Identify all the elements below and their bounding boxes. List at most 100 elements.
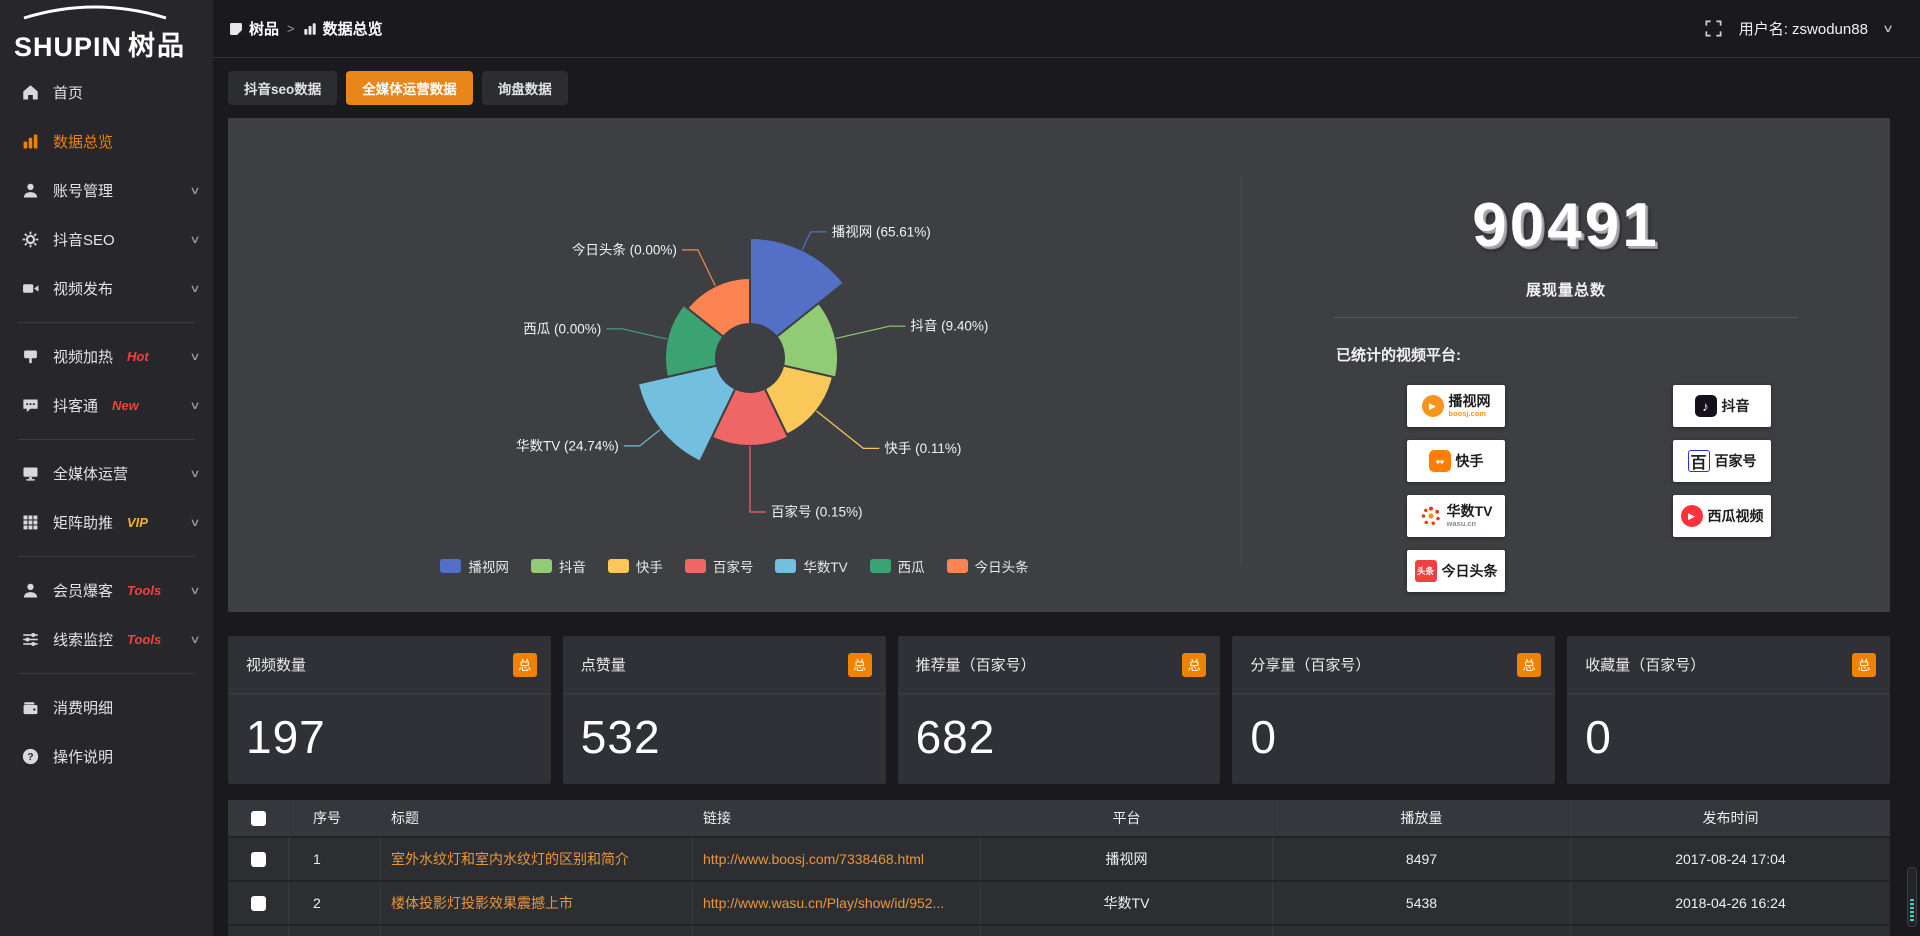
sidebar-item-label: 视频发布 [53, 278, 113, 299]
platform-name-wrap: 播视网boosj.com [1449, 394, 1491, 418]
platform-badge-xigua: ▶西瓜视频 [1673, 495, 1771, 537]
monitor-icon [22, 465, 39, 482]
cell-title-link[interactable]: 楼体投影灯投影效果震撼上市 [380, 882, 692, 924]
main-area: 树品>数据总览 用户名: zswodun88 ∨ 抖音seo数据全媒体运营数据询… [213, 0, 1920, 936]
row-checkbox[interactable] [251, 896, 266, 911]
legend-swatch [947, 559, 968, 573]
platform-name-wrap: 今日头条 [1442, 564, 1498, 579]
sidebar-item-badge: Tools [127, 583, 161, 598]
stat-card-header: 视频数量总 [228, 636, 551, 694]
total-impressions-label: 展现量总数 [1242, 279, 1890, 300]
legend-item[interactable]: 今日头条 [947, 556, 1029, 576]
video-table: 序号标题链接平台播放量发布时间1室外水纹灯和室内水纹灯的区别和简介http://… [228, 800, 1890, 936]
breadcrumb-label: 数据总览 [323, 18, 383, 39]
row-checkbox[interactable] [251, 852, 266, 867]
sidebar-item-label: 会员爆客 [53, 580, 113, 601]
platform-name: 华数TV [1447, 504, 1493, 519]
table-row-partial [228, 924, 1890, 936]
sidebar-item-video-heat[interactable]: 视频加热Hot∨ [0, 332, 213, 381]
chevron-down-icon: ∨ [189, 516, 200, 529]
breadcrumb-item-shupin[interactable]: 树品 [229, 18, 279, 39]
cell-url-link[interactable]: http://www.boosj.com/7338468.html [692, 838, 980, 880]
legend-item[interactable]: 快手 [608, 556, 663, 576]
legend-swatch [870, 559, 891, 573]
scrollbar[interactable] [1907, 867, 1917, 927]
chevron-down-icon: ∨ [189, 350, 200, 363]
sidebar-item-label: 抖客通 [53, 395, 98, 416]
sidebar-item-douyin-seo[interactable]: 抖音SEO∨ [0, 215, 213, 264]
legend-label: 抖音 [559, 556, 586, 576]
cell-title-link[interactable]: 室外水纹灯和室内水纹灯的区别和简介 [380, 838, 692, 880]
sidebar-item-label: 操作说明 [53, 746, 113, 767]
data-tabs: 抖音seo数据全媒体运营数据询盘数据 [228, 71, 1890, 105]
cell-platform: 播视网 [980, 838, 1272, 880]
legend-item[interactable]: 西瓜 [870, 556, 925, 576]
pie-label-line-5 [606, 329, 667, 339]
legend-label: 快手 [636, 556, 663, 576]
sidebar-item-label: 首页 [53, 82, 83, 103]
video-icon [22, 280, 39, 297]
sidebar-item-operation-guide[interactable]: ? 操作说明 [0, 732, 213, 781]
cell-url-link[interactable]: http://www.wasu.cn/Play/show/id/952... [692, 882, 980, 924]
total-badge: 总 [1852, 653, 1876, 677]
legend-item[interactable]: 百家号 [685, 556, 754, 576]
total-badge: 总 [1182, 653, 1206, 677]
username-menu[interactable]: 用户名: zswodun88 [1739, 18, 1868, 39]
cell-time: 2018-04-26 16:24 [1570, 882, 1890, 924]
stat-card-header: 分享量（百家号）总 [1232, 636, 1555, 694]
legend-item[interactable]: 播视网 [440, 556, 509, 576]
sidebar-item-matrix-boost[interactable]: 矩阵助推VIP∨ [0, 498, 213, 547]
table-header-cell: 序号 [288, 800, 380, 836]
douyin-logo-icon: ♪ [1695, 395, 1717, 417]
table-header-cell: 标题 [380, 800, 692, 836]
legend-swatch [531, 559, 552, 573]
stat-card-header: 点赞量总 [563, 636, 886, 694]
pie-slice-4[interactable] [638, 366, 735, 462]
platform-name-wrap: 华数TVwasu.cn [1447, 504, 1493, 528]
total-impressions-value: 90491 [1242, 190, 1890, 261]
fullscreen-icon[interactable] [1704, 19, 1723, 38]
stat-card-label: 推荐量（百家号） [916, 654, 1036, 675]
platform-name-wrap: 百家号 [1715, 454, 1757, 469]
sidebar-item-badge: Tools [127, 632, 161, 647]
platform-name: 播视网 [1449, 394, 1491, 409]
legend-item[interactable]: 华数TV [775, 556, 847, 576]
logo-arc [20, 4, 170, 20]
toutiao-logo-icon: 头条 [1415, 560, 1437, 582]
breadcrumb-item-data-overview[interactable]: 数据总览 [303, 18, 383, 39]
sidebar-item-member-burst[interactable]: 会员爆客Tools∨ [0, 566, 213, 615]
sidebar-item-badge: Hot [127, 349, 149, 364]
sidebar-item-omni-media[interactable]: 全媒体运营∨ [0, 449, 213, 498]
cell-no: 1 [288, 838, 380, 880]
stat-card-video-count: 视频数量总197 [228, 636, 551, 784]
sidebar-item-label: 账号管理 [53, 180, 113, 201]
svg-text:?: ? [27, 752, 33, 763]
sidebar-item-expense-detail[interactable]: 消费明细 [0, 683, 213, 732]
sidebar-item-lead-monitor[interactable]: 线索监控Tools∨ [0, 615, 213, 664]
platform-name-wrap: 西瓜视频 [1708, 509, 1764, 524]
cell-plays: 5438 [1272, 882, 1570, 924]
sidebar-item-label: 矩阵助推 [53, 512, 113, 533]
sidebar-item-account-mgmt[interactable]: 账号管理∨ [0, 166, 213, 215]
legend-label: 百家号 [713, 556, 754, 576]
tab-inquiry-data[interactable]: 询盘数据 [482, 71, 568, 105]
platform-badge-wasu: 华数TVwasu.cn [1407, 495, 1505, 537]
tab-douyin-seo-data[interactable]: 抖音seo数据 [228, 71, 337, 105]
sidebar-item-douketong[interactable]: 抖客通New∨ [0, 381, 213, 430]
select-all-checkbox[interactable] [251, 811, 266, 826]
sidebar-item-video-publish[interactable]: 视频发布∨ [0, 264, 213, 313]
legend-item[interactable]: 抖音 [531, 556, 586, 576]
sidebar-item-label: 数据总览 [53, 131, 113, 152]
pie-label-2: 快手 (0.11%) [884, 441, 961, 456]
tab-omni-media-data[interactable]: 全媒体运营数据 [346, 71, 473, 105]
heat-icon [22, 348, 39, 365]
sidebar-item-data-overview[interactable]: 数据总览 [0, 117, 213, 166]
cell-empty [288, 926, 380, 936]
scrollbar-stripes [1910, 899, 1914, 923]
platform-name: 抖音 [1722, 399, 1750, 414]
sidebar-item-label: 消费明细 [53, 697, 113, 718]
stat-card-header: 推荐量（百家号） 总 [898, 636, 1221, 694]
pie-label-4: 华数TV (24.74%) [516, 438, 619, 453]
stat-card-recommend-count: 推荐量（百家号）总682 [898, 636, 1221, 784]
sidebar-item-home[interactable]: 首页 [0, 68, 213, 117]
